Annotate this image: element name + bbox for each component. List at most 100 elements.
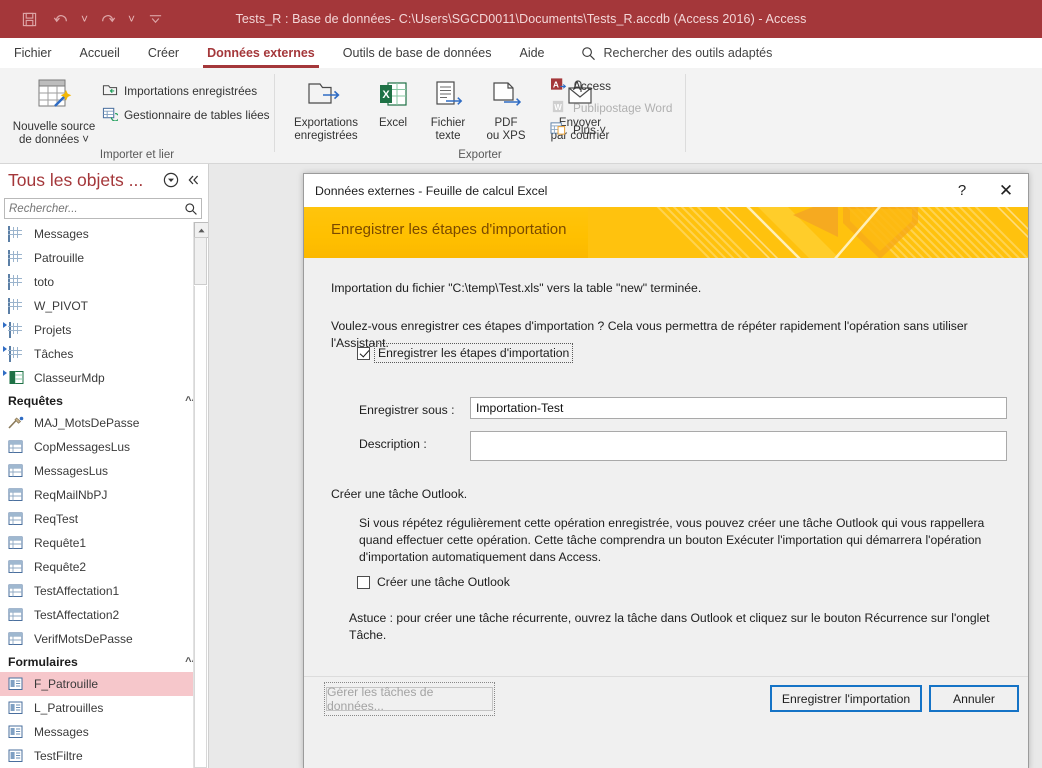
nav-item-label: Requête2 [34,560,87,574]
scrollbar-track[interactable] [194,286,207,768]
save-import-button[interactable]: Enregistrer l'importation [770,685,922,712]
tab-creer[interactable]: Créer [134,42,193,65]
undo-dropdown-icon[interactable]: ˅ [78,6,91,32]
access-export-button[interactable]: A Access [550,77,611,95]
access-icon: A [550,77,567,95]
nav-item-verifmotsdepasse-query[interactable]: VerifMotsDePasse [0,627,208,651]
scrollbar-thumb[interactable] [194,237,207,285]
saved-imports-label: Importations enregistrées [124,84,258,98]
nav-item-label: ClasseurMdp [34,371,105,385]
nav-item-projets-linked-table[interactable]: Projets [0,318,208,342]
chevron-circle-down-icon[interactable] [160,169,182,191]
nav-item-requete1-query[interactable]: Requête1 [0,531,208,555]
save-import-steps-checkbox[interactable] [357,346,370,360]
undo-icon[interactable] [46,6,76,32]
description-input[interactable] [470,431,1007,461]
more-export-button[interactable]: Plus ˅ [550,121,606,139]
ribbon: Nouvelle source de données ˅ Importation… [0,68,1042,164]
pdf-xps-export-button[interactable]: PDF ou XPS [475,78,537,143]
nav-item-reqtest-query[interactable]: ReqTest [0,507,208,531]
nav-item-classeurmdp-linked-excel[interactable]: ClasseurMdp [0,366,208,390]
nav-item-label: Requête1 [34,536,87,550]
nav-group-requetes[interactable]: Requêtes ^^ [0,390,208,411]
new-data-source-button[interactable]: Nouvelle source de données ˅ [10,76,98,147]
save-as-input[interactable] [470,397,1007,419]
dialog-title-bar: Données externes - Feuille de calcul Exc… [304,174,1028,207]
nav-item-l-patrouilles-form[interactable]: L_Patrouilles [0,696,208,720]
double-chevron-left-icon[interactable] [182,169,204,191]
table-icon [8,297,25,314]
tab-accueil[interactable]: Accueil [66,42,134,65]
nav-item-messages-table[interactable]: Messages [0,222,208,246]
nav-item-requete2-query[interactable]: Requête2 [0,555,208,579]
nav-item-maj-motsdepasse-query[interactable]: MAJ_MotsDePasse [0,411,208,435]
nav-item-w-pivot-table[interactable]: W_PIVOT [0,294,208,318]
nav-item-label: Tâches [34,347,74,361]
nav-group-label: Formulaires [8,654,78,669]
saved-exports-button[interactable]: Exportations enregistrées [287,78,365,143]
scroll-up-arrow-icon[interactable] [194,222,208,238]
ribbon-tab-bar: Fichier Accueil Créer Données externes O… [0,38,1042,69]
svg-text:A: A [553,79,559,89]
linked-table-manager-button[interactable]: Gestionnaire de tables liées [102,106,270,124]
dialog-body: Importation du fichier "C:\temp\Test.xls… [304,258,1028,723]
redo-dropdown-icon[interactable]: ˅ [125,6,138,32]
save-icon[interactable] [14,6,44,32]
nav-group-label: Requêtes [8,393,63,408]
more-icon [550,121,567,139]
svg-text:X: X [382,89,390,101]
search-icon[interactable] [181,202,201,216]
tab-aide[interactable]: Aide [505,42,558,65]
manage-data-tasks-label: Gérer les tâches de données... [324,682,495,716]
nav-item-label: Projets [34,323,72,337]
query-icon [8,584,25,599]
saved-imports-button[interactable]: Importations enregistrées [102,82,257,100]
excel-export-button[interactable]: X Excel [367,78,419,130]
save-as-label: Enregistrer sous : [359,403,455,417]
nav-item-testfiltre-form[interactable]: TestFiltre [0,744,208,768]
nav-item-taches-linked-table[interactable]: Tâches [0,342,208,366]
navigation-pane-title[interactable]: Tous les objets ... [8,170,160,191]
create-outlook-task-checkbox-row[interactable]: Créer une tâche Outlook [357,575,510,589]
dialog-banner: Enregistrer les étapes d'importation [304,207,1028,258]
tab-fichier[interactable]: Fichier [0,42,66,65]
nav-item-reqmailnbpj-query[interactable]: ReqMailNbPJ [0,483,208,507]
linked-table-icon [3,321,25,338]
save-import-steps-checkbox-row[interactable]: Enregistrer les étapes d'importation [357,343,574,363]
query-icon [8,560,25,575]
ribbon-group-label-exporter: Exporter [458,149,502,161]
save-import-steps-dialog: Données externes - Feuille de calcul Exc… [303,173,1029,768]
nav-item-testaffectation1-query[interactable]: TestAffectation1 [0,579,208,603]
nav-item-label: TestAffectation2 [34,608,120,622]
nav-item-copmessageslus-query[interactable]: CopMessagesLus [0,435,208,459]
query-icon [8,440,25,455]
query-icon [8,632,25,647]
nav-item-patrouille-table[interactable]: Patrouille [0,246,208,270]
navigation-object-list[interactable]: Messages Patrouille toto W_PIVOT Projets… [0,222,208,768]
text-file-label-2: texte [435,130,461,142]
nav-item-messageslus-query[interactable]: MessagesLus [0,459,208,483]
help-icon[interactable]: ? [940,175,984,207]
nav-item-toto-table[interactable]: toto [0,270,208,294]
tell-me-search[interactable]: Rechercher des outils adaptés [581,46,772,61]
redo-icon[interactable] [93,6,123,32]
search-input[interactable] [5,201,181,216]
navigation-scrollbar[interactable] [193,222,208,768]
nav-item-label: ReqTest [34,512,79,526]
nav-item-f-patrouille-form[interactable]: F_Patrouille [0,672,208,696]
tab-donnees-externes[interactable]: Données externes [193,42,329,68]
linked-table-icon [3,345,25,362]
nav-group-formulaires[interactable]: Formulaires ^^ [0,651,208,672]
title-bar: ˅ ˅ Tests_R : Base de données- C:\Users\… [0,0,1042,38]
new-data-source-label-2: de données ˅ [18,134,90,146]
text-file-export-button[interactable]: Fichier texte [421,78,475,143]
cancel-button[interactable]: Annuler [929,685,1019,712]
tab-outils-base-de-donnees[interactable]: Outils de base de données [329,42,506,65]
customize-qat-icon[interactable] [140,6,170,32]
nav-item-messages-form[interactable]: Messages [0,720,208,744]
search-icon [581,46,596,61]
close-icon[interactable]: ✕ [984,175,1028,207]
create-outlook-task-checkbox[interactable] [357,575,370,589]
nav-item-testaffectation2-query[interactable]: TestAffectation2 [0,603,208,627]
navigation-search-box[interactable] [4,198,202,219]
